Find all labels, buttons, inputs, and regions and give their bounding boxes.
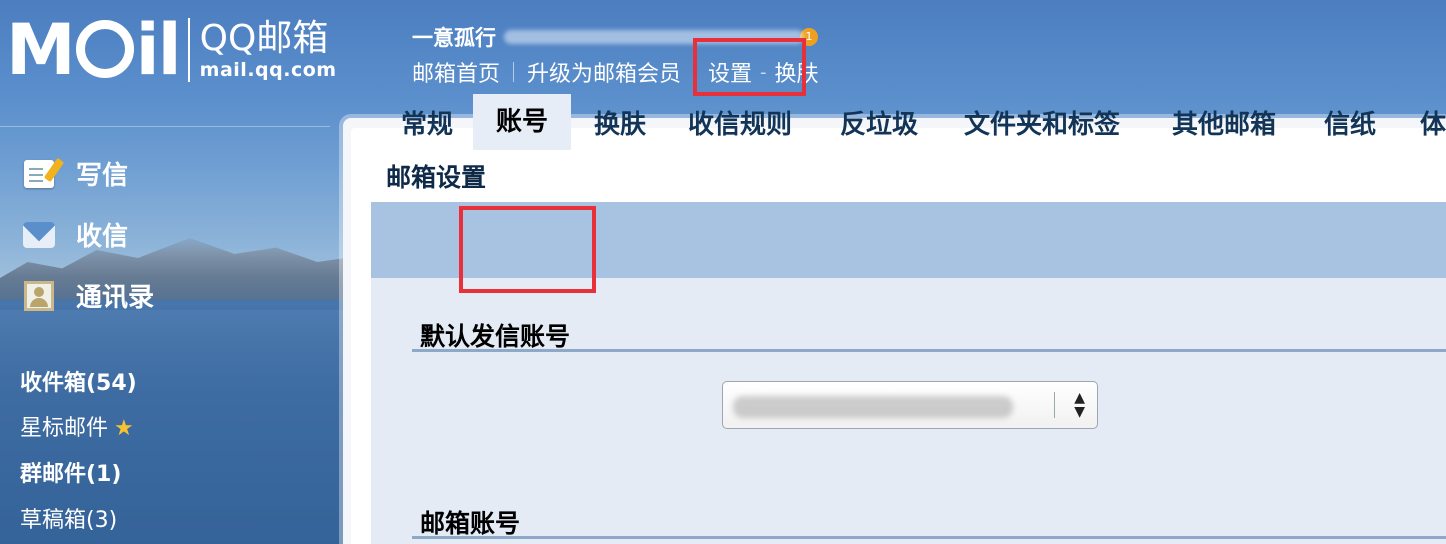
folder-inbox[interactable]: 收件箱(54) — [20, 365, 137, 397]
tab-other-mailbox[interactable]: 其他邮箱 — [1172, 104, 1276, 141]
receive-label: 收信 — [76, 222, 129, 252]
logo-cn: QQ邮箱 — [199, 18, 329, 59]
account-tab-highlight-box — [459, 206, 596, 293]
tab-folders-labels[interactable]: 文件夹和标签 — [964, 104, 1120, 141]
section-divider — [412, 536, 1446, 539]
contacts-button[interactable]: 通讯录 — [22, 277, 154, 314]
logo-url: mail.qq.com — [199, 59, 337, 81]
receive-button[interactable]: 收信 — [22, 216, 128, 253]
compose-icon — [22, 159, 56, 189]
section-divider — [412, 349, 1446, 352]
logo-divider — [187, 18, 190, 82]
section-default-sender-title: 默认发信账号 — [420, 322, 571, 351]
selected-account-blurred — [733, 396, 1013, 418]
tab-stationery[interactable]: 信纸 — [1324, 104, 1376, 141]
logo-mark: Mil — [6, 9, 182, 91]
tab-receive-rules[interactable]: 收信规则 — [688, 104, 792, 141]
select-divider — [1054, 392, 1055, 418]
settings-highlight-box — [693, 38, 806, 96]
folder-group[interactable]: 群邮件(1) — [20, 456, 121, 488]
contacts-label: 通讯录 — [76, 283, 155, 313]
settings-title: 邮箱设置 — [386, 163, 487, 192]
write-button[interactable]: 写信 — [22, 155, 128, 192]
write-label: 写信 — [76, 161, 129, 191]
tab-account[interactable]: 账号 — [473, 94, 572, 150]
folder-drafts[interactable]: 草稿箱(3) — [20, 502, 117, 534]
logo[interactable]: Mil QQ邮箱 mail.qq.com — [6, 14, 337, 86]
logo-ring-icon — [75, 19, 134, 78]
envelope-icon — [22, 220, 56, 250]
link-divider — [513, 62, 515, 82]
header-divider — [0, 126, 330, 127]
star-icon: ★ — [114, 416, 134, 441]
tab-skin[interactable]: 换肤 — [594, 104, 646, 141]
logo-text: QQ邮箱 mail.qq.com — [199, 18, 337, 82]
folder-starred[interactable]: 星标邮件 ★ — [20, 410, 134, 442]
upgrade-link[interactable]: 升级为邮箱会员 — [527, 56, 681, 88]
tab-anti-spam[interactable]: 反垃圾 — [840, 104, 918, 141]
user-name[interactable]: 一意孤行 — [412, 22, 496, 52]
tab-more[interactable]: 体 — [1420, 104, 1446, 141]
select-arrows-icon: ▲ ▼ — [1074, 390, 1085, 420]
default-sender-select[interactable]: ▲ ▼ — [722, 381, 1098, 429]
home-link[interactable]: 邮箱首页 — [412, 56, 500, 88]
contacts-icon — [22, 280, 56, 311]
section-mail-account-title: 邮箱账号 — [420, 509, 521, 538]
folder-starred-label: 星标邮件 — [20, 416, 109, 441]
tab-general[interactable]: 常规 — [401, 104, 453, 141]
